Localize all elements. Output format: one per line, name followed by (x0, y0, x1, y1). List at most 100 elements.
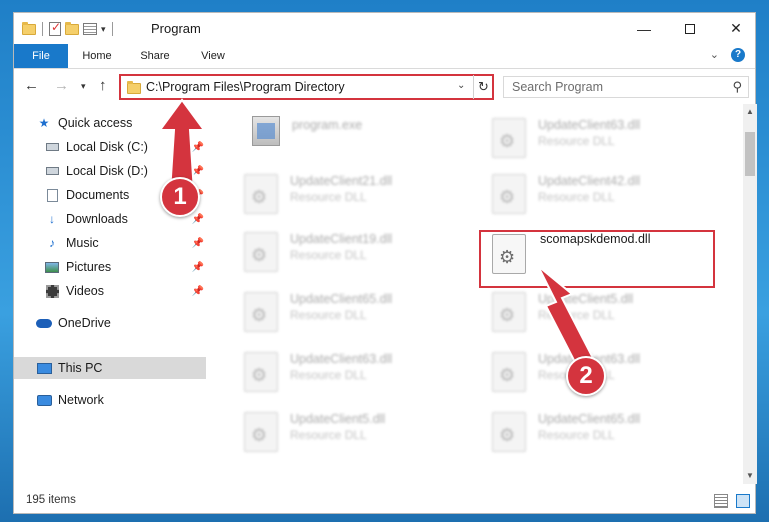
executable-icon (252, 116, 280, 146)
ribbon-right-controls: ⌄ ? (710, 48, 745, 62)
item-count: 195 items (26, 494, 76, 506)
sidebar-item-label: Music (66, 236, 99, 250)
large-icons-view-icon[interactable] (736, 494, 750, 508)
scroll-up-icon[interactable]: ▲ (743, 104, 757, 120)
details-view-icon[interactable] (714, 494, 728, 508)
file-item[interactable]: UpdateClient5.dll Resource DLL (480, 284, 710, 340)
sidebar-item-music[interactable]: ♪ Music 📌 (44, 232, 206, 254)
file-item[interactable]: UpdateClient65.dll Resource DLL (480, 404, 710, 460)
network-icon (36, 393, 52, 407)
sidebar-item-label: Local Disk (C:) (66, 140, 148, 154)
back-arrow-icon[interactable]: ← (24, 77, 39, 94)
help-icon[interactable]: ? (731, 48, 745, 62)
maximize-icon (685, 23, 695, 34)
scroll-down-icon[interactable]: ▼ (743, 468, 757, 484)
file-item[interactable]: UpdateClient5.dll Resource DLL (232, 404, 462, 460)
file-item-program-exe[interactable]: program.exe (232, 110, 462, 166)
forward-arrow-icon[interactable]: → (54, 77, 69, 94)
file-name: UpdateClient19.dll (290, 232, 393, 246)
file-name: UpdateClient42.dll (538, 174, 641, 188)
maximize-button[interactable] (667, 13, 713, 44)
annotation-badge-2: 2 (566, 356, 606, 396)
dll-file-icon (244, 292, 278, 332)
file-item[interactable]: UpdateClient63.dll Resource DLL (480, 110, 710, 166)
quick-access-toolbar: ▾ (22, 19, 115, 39)
file-item[interactable]: UpdateClient21.dll Resource DLL (232, 166, 462, 222)
search-icon[interactable]: ⚲ (732, 79, 742, 95)
folder-icon (127, 81, 141, 94)
videos-icon (44, 284, 60, 298)
file-item[interactable]: UpdateClient42.dll Resource DLL (480, 166, 710, 222)
pin-icon[interactable]: 📌 (192, 262, 204, 273)
dll-file-icon (492, 352, 526, 392)
file-list: program.exe UpdateClient21.dll Resource … (222, 104, 742, 484)
window-title: Program (151, 21, 201, 36)
address-dropdown-icon[interactable]: ⌄ (457, 80, 465, 91)
sidebar-item-videos[interactable]: Videos 📌 (44, 280, 206, 302)
sidebar-item-label: Videos (66, 284, 104, 298)
dll-file-icon (244, 412, 278, 452)
pin-icon[interactable]: 📌 (192, 238, 204, 249)
tab-file[interactable]: File (14, 44, 68, 68)
file-name: UpdateClient63.dll (290, 352, 393, 366)
pin-icon[interactable]: 📌 (192, 166, 204, 177)
sidebar-item-onedrive[interactable]: OneDrive (36, 312, 206, 334)
music-icon: ♪ (49, 236, 55, 250)
tab-home[interactable]: Home (74, 44, 120, 68)
recent-locations-icon[interactable]: ▾ (81, 81, 86, 92)
vertical-scrollbar[interactable]: ▲ ▼ (743, 104, 757, 484)
annotation-badge-1: 1 (160, 177, 200, 217)
file-item[interactable]: UpdateClient63.dll Resource DLL (232, 344, 462, 400)
file-name: UpdateClient65.dll (538, 412, 641, 426)
up-arrow-icon[interactable]: ↑ (99, 77, 107, 94)
status-bar: 195 items (14, 491, 755, 513)
sidebar-item-network[interactable]: Network (36, 389, 206, 411)
scrollbar-thumb[interactable] (745, 132, 755, 176)
sidebar-item-pictures[interactable]: Pictures 📌 (44, 256, 206, 278)
refresh-icon[interactable]: ↻ (473, 75, 493, 99)
sidebar-item-label: Pictures (66, 260, 112, 274)
address-bar[interactable]: C:\Program Files\Program Directory ⌄ ↻ (119, 74, 494, 100)
pin-icon[interactable]: 📌 (192, 142, 204, 153)
expand-ribbon-chevron-icon[interactable]: ⌄ (710, 48, 719, 62)
dll-file-icon (492, 174, 526, 214)
pin-icon[interactable]: 📌 (192, 286, 204, 297)
search-input[interactable]: Search Program (512, 80, 603, 94)
sidebar-item-label: Downloads (66, 212, 128, 226)
sidebar-item-quick-access[interactable]: ★ Quick access (36, 112, 206, 134)
file-name: UpdateClient63.dll (538, 118, 641, 132)
pictures-icon (44, 260, 60, 274)
file-item[interactable]: UpdateClient65.dll Resource DLL (232, 284, 462, 340)
dll-file-icon (244, 232, 278, 272)
file-type: Resource DLL (290, 190, 367, 204)
file-type: Resource DLL (538, 428, 615, 442)
drive-icon (44, 140, 60, 154)
minimize-button[interactable]: — (621, 13, 667, 44)
address-path[interactable]: C:\Program Files\Program Directory (146, 80, 345, 94)
computer-icon (36, 361, 52, 375)
dll-file-icon (244, 352, 278, 392)
dll-file-icon (244, 174, 278, 214)
documents-icon (44, 188, 60, 202)
folder-icon[interactable] (22, 21, 36, 35)
file-item[interactable]: UpdateClient19.dll Resource DLL (232, 224, 462, 280)
onedrive-icon (36, 316, 52, 330)
sidebar-item-this-pc[interactable]: This PC (14, 357, 206, 379)
dll-file-icon (492, 412, 526, 452)
customize-toolbar-icon[interactable] (83, 23, 97, 35)
toolbar-dropdown-icon[interactable]: ▾ (101, 24, 106, 35)
close-button[interactable]: ✕ (713, 13, 759, 44)
new-folder-icon[interactable] (65, 21, 79, 35)
drive-icon (44, 164, 60, 178)
properties-check-icon[interactable] (49, 20, 61, 36)
search-box[interactable]: Search Program ⚲ (503, 76, 749, 98)
tab-view[interactable]: View (190, 44, 236, 68)
tab-share[interactable]: Share (132, 44, 178, 68)
dll-file-icon (492, 118, 526, 158)
toolbar-separator (111, 22, 113, 36)
pin-icon[interactable]: 📌 (192, 214, 204, 225)
file-type: Resource DLL (290, 248, 367, 262)
file-type: Resource DLL (538, 190, 615, 204)
ribbon-tabs: File Home Share View ⌄ ? (14, 44, 755, 69)
sidebar-item-local-disk-c[interactable]: Local Disk (C:) 📌 (44, 136, 206, 158)
